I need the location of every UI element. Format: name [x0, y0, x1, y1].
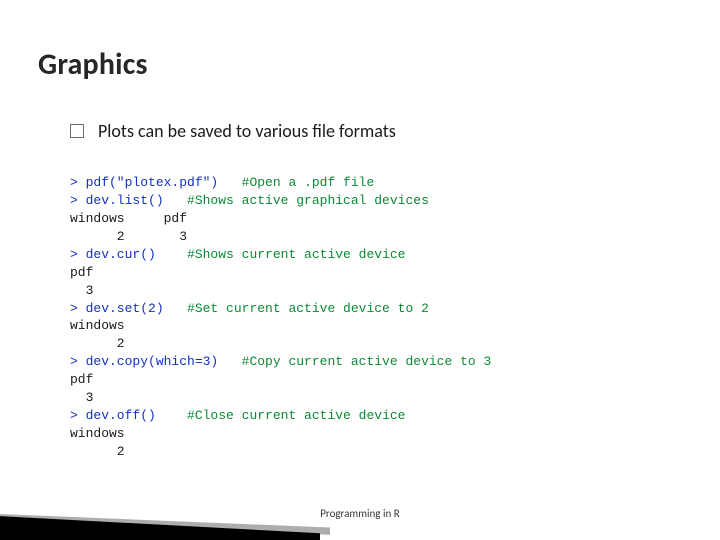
bullet-text: Plots can be saved to various file forma…: [98, 120, 396, 142]
code-comment: #Copy current active device to 3: [218, 354, 491, 369]
code-comment: #Close current active device: [156, 408, 406, 423]
code-comment: #Set current active device to 2: [164, 301, 429, 316]
slide-body: Plots can be saved to various file forma…: [70, 120, 670, 479]
code-output: 2: [70, 336, 125, 351]
code-comment: #Shows active graphical devices: [164, 193, 429, 208]
bullet-item: Plots can be saved to various file forma…: [70, 120, 670, 142]
code-output: windows: [70, 318, 125, 333]
code-output: 3: [70, 390, 93, 405]
slide-title: Graphics: [38, 46, 148, 83]
code-cmd: > dev.off(): [70, 408, 156, 423]
code-output: 3: [70, 283, 93, 298]
code-comment: #Shows current active device: [156, 247, 406, 262]
code-cmd: > pdf("plotex.pdf"): [70, 175, 218, 190]
code-output: pdf: [70, 372, 93, 387]
code-output: windows: [70, 426, 125, 441]
code-block: > pdf("plotex.pdf") #Open a .pdf file > …: [70, 156, 670, 479]
code-output: 2 3: [70, 229, 187, 244]
code-output: windows pdf: [70, 211, 187, 226]
code-cmd: > dev.cur(): [70, 247, 156, 262]
bullet-marker: [70, 124, 84, 138]
slide-footer: Programming in R: [0, 507, 720, 520]
code-cmd: > dev.list(): [70, 193, 164, 208]
code-output: 2: [70, 444, 125, 459]
slide-root: Graphics Plots can be saved to various f…: [0, 0, 720, 540]
code-comment: #Open a .pdf file: [218, 175, 374, 190]
code-cmd: > dev.copy(which=3): [70, 354, 218, 369]
code-output: pdf: [70, 265, 93, 280]
code-cmd: > dev.set(2): [70, 301, 164, 316]
